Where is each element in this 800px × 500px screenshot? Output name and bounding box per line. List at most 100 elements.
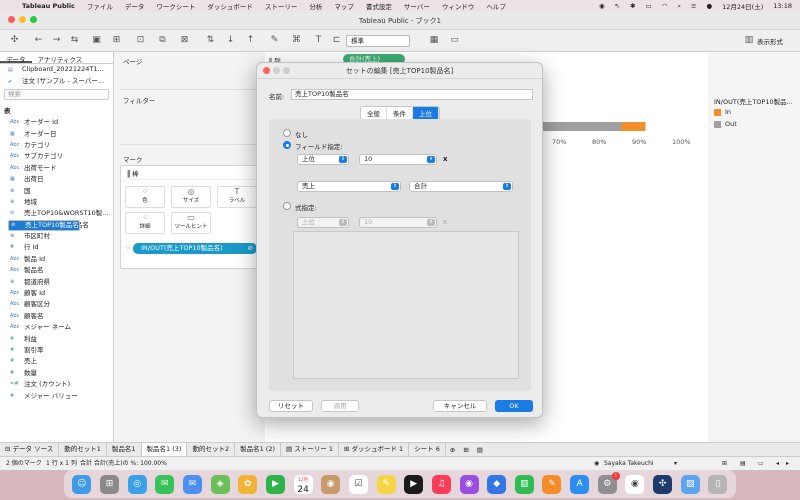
dimension-field[interactable]: # 行 Id [0, 242, 113, 253]
facetime-icon[interactable]: ▶ [265, 474, 285, 494]
cursor-icon[interactable]: ↖ [615, 2, 620, 10]
new-sheet-tab-icon[interactable]: ⊕ [446, 446, 459, 454]
reminders-icon[interactable]: ☑ [348, 474, 368, 494]
menu-map[interactable]: マップ [334, 1, 354, 11]
sheet-tab[interactable]: 製品名1 (2) [235, 443, 282, 456]
mark-type-select[interactable]: ▐ 棒 [125, 169, 255, 180]
datasource-item[interactable]: ✔ 注文 (サンプル - スーパー... [0, 74, 113, 86]
calendar-icon[interactable]: 12月 24 [293, 474, 313, 495]
dimension-field[interactable]: Abc カテゴリ [0, 140, 113, 151]
measure-field[interactable]: # 売上 [0, 356, 113, 367]
color-field-pill[interactable]: IN/OUT(売上TOP10製品名) ⊘ [133, 243, 257, 254]
sort-asc-icon[interactable]: ↓ [224, 34, 237, 47]
radio-by-formula[interactable] [283, 202, 291, 210]
menu-data[interactable]: データ [125, 1, 145, 11]
cards-icon[interactable]: ▦ [426, 34, 442, 47]
story-tab[interactable]: ▤ ストーリー 1 [281, 443, 339, 456]
swap-rows-cols-icon[interactable]: ⇅ [204, 34, 217, 47]
dashboard-tab[interactable]: ⊞ ダッシュボード 1 [339, 443, 410, 456]
undo-icon[interactable]: ← [32, 34, 45, 47]
minimize-window-icon[interactable] [19, 16, 26, 23]
highlight-icon[interactable]: ✎ [268, 34, 281, 47]
status-user[interactable]: Sayaka Takeuchi [604, 457, 654, 470]
menubar-time[interactable]: 13:18 [773, 2, 792, 10]
new-datasource-icon[interactable]: ⊞ [110, 34, 123, 47]
close-window-icon[interactable] [8, 16, 15, 23]
sheet-tab[interactable]: 動的セット2 [187, 443, 236, 456]
menu-file[interactable]: ファイル [87, 1, 113, 11]
media-icon[interactable]: ◉ [599, 2, 605, 10]
dimension-field[interactable]: Abc 製品 Id [0, 254, 113, 265]
filmstrip-icon[interactable]: ▤ [740, 457, 746, 470]
color-button[interactable]: ⁘ 色 [125, 186, 165, 208]
preview-icon[interactable]: ▨ [680, 474, 700, 494]
swap-icon[interactable]: ⇆ [68, 34, 81, 47]
tab-analytics[interactable]: アナリティクス [32, 52, 89, 64]
by-field-select[interactable]: 売上 ⇕ [297, 181, 401, 192]
mail-icon[interactable]: ✉ [182, 474, 202, 494]
menu-window[interactable]: ウィンドウ [442, 1, 475, 11]
dimension-field[interactable]: Abc 顧客区分 [0, 299, 113, 310]
set-name-input[interactable]: 売上TOP10製品名 [291, 89, 533, 100]
top-bottom-select[interactable]: 上位 ⇕ [297, 154, 349, 165]
radio-none[interactable] [283, 129, 291, 137]
cancel-button[interactable]: キャンセル [433, 400, 487, 412]
show-me-button[interactable]: 表示形式 [757, 36, 783, 46]
datasource-tab[interactable]: ⊟ データ ソース [0, 443, 60, 456]
dimension-field[interactable]: Abc 顧客名 [0, 311, 113, 322]
sheet-tab[interactable]: 動的セット1 [59, 443, 107, 456]
bar-out-segment[interactable] [621, 122, 646, 131]
tab-top[interactable]: 上位 [413, 107, 439, 119]
menu-analysis[interactable]: 分析 [309, 1, 322, 11]
save-icon[interactable]: ▣ [90, 34, 103, 47]
dimension-field[interactable]: ⊘ 売上TOP10製品名 [8, 219, 80, 231]
photos-icon[interactable]: ✿ [238, 474, 258, 494]
tabs-icon[interactable]: ▭ [758, 457, 764, 470]
field-search-input[interactable]: 検索 [4, 89, 109, 100]
radio-by-field-label[interactable]: フィールド指定: [295, 141, 343, 151]
dimension-field[interactable]: Abc 出荷モード [0, 163, 113, 174]
dimension-field[interactable]: Abc メジャー ネーム [0, 322, 113, 333]
aggregation-select[interactable]: 合計 ⇕ [409, 181, 513, 192]
filters-shelf[interactable] [120, 105, 260, 145]
dimension-field[interactable]: Abc 顧客 Id [0, 288, 113, 299]
battery-icon[interactable]: ▭ [646, 2, 652, 10]
dimension-field[interactable]: Abc サブカテゴリ [0, 151, 113, 162]
radio-none-label[interactable]: なし [295, 129, 308, 139]
wifi-icon[interactable]: ◠ [662, 2, 668, 10]
dimension-field[interactable]: Abc 製品名 [0, 265, 113, 276]
dimension-field[interactable]: ⊘ 売上TOP10&WORST10製... [0, 208, 113, 219]
launchpad-icon[interactable]: ⊞ [99, 474, 119, 494]
search-icon[interactable]: ⌕ [677, 2, 681, 11]
menu-story[interactable]: ストーリー [265, 1, 298, 11]
keynote-icon[interactable]: ◆ [487, 474, 507, 494]
tooltip-button[interactable]: ▭ ツールヒント [171, 212, 211, 234]
contacts-icon[interactable]: ◉ [321, 474, 341, 494]
dimension-field[interactable]: ⊕ 市区町村 [0, 231, 113, 242]
new-dashboard-tab-icon[interactable]: ⊞ [459, 446, 472, 454]
label-button[interactable]: T ラベル [217, 186, 257, 208]
ok-button[interactable]: OK [495, 400, 533, 412]
pages-icon[interactable]: ✎ [542, 474, 562, 494]
new-sheet-icon[interactable]: ⊡ [134, 34, 147, 47]
dimension-field[interactable]: Abc オーダー Id [0, 117, 113, 128]
group-icon[interactable]: ⌘ [290, 34, 303, 47]
prev-sheet-icon[interactable]: ◂ [776, 457, 779, 470]
tab-data[interactable]: データ [0, 52, 32, 64]
tab-condition[interactable]: 条件 [387, 107, 413, 119]
duplicate-sheet-icon[interactable]: ⧉ [156, 34, 169, 47]
dimension-field[interactable]: ▦ オーダー日 [0, 128, 113, 139]
reset-button[interactable]: リセット [269, 400, 313, 412]
dimension-field[interactable]: ▦ 出荷日 [0, 174, 113, 185]
user-icon[interactable]: ◉ [594, 457, 599, 470]
legend-item-out[interactable]: Out [714, 120, 737, 128]
tableau-icon[interactable]: ✣ [653, 474, 673, 494]
dimension-field[interactable]: ⊕ 国 [0, 185, 113, 196]
sort-desc-icon[interactable]: ↑ [244, 34, 257, 47]
trash-icon[interactable]: ▯ [708, 474, 728, 494]
measure-field[interactable]: =# 注文 (カウント) [0, 379, 113, 390]
menubar-date[interactable]: 12月24日(土) [722, 1, 763, 11]
menu-dashboard[interactable]: ダッシュボード [207, 1, 253, 11]
size-button[interactable]: ◎ サイズ [171, 186, 211, 208]
maps-icon[interactable]: ◈ [210, 474, 230, 494]
